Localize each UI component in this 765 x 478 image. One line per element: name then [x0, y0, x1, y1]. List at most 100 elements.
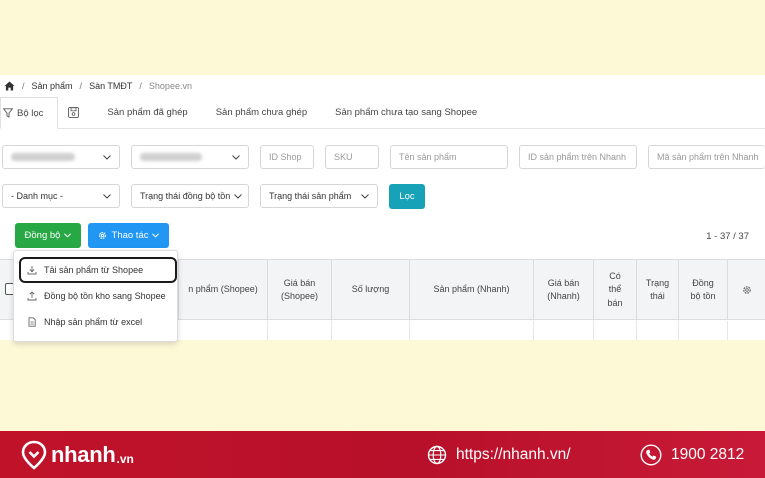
breadcrumb-item-products[interactable]: Sản phẩm	[32, 81, 73, 91]
column-header-quantity: Số lượng	[331, 260, 409, 320]
category-select-value: - Danh mục -	[11, 191, 64, 201]
column-header-text: bộ tồn	[690, 291, 716, 301]
upload-icon	[27, 291, 37, 301]
chevron-down-icon	[232, 154, 240, 160]
menu-item-import-excel[interactable]: Nhập sản phẩm từ excel	[14, 309, 179, 335]
tab-filter-label: Bộ lọc	[17, 107, 44, 119]
operations-button-label: Thao tác	[111, 230, 149, 241]
column-header-text: Giá bán	[547, 277, 580, 288]
column-header-nhanh-product: Sản phẩm (Nhanh)	[409, 260, 533, 320]
chevron-down-icon	[103, 154, 111, 160]
sync-status-select-value: Trạng thái đồng bộ tồn	[140, 191, 231, 201]
sync-status-select[interactable]: Trạng thái đồng bộ tồn	[131, 184, 249, 208]
blurred-shop-name	[140, 153, 202, 161]
menu-item-label: Tải sản phẩm từ Shopee	[44, 265, 144, 275]
breadcrumb-separator: /	[22, 81, 25, 91]
column-header-text: n phẩm (Shopee)	[188, 284, 258, 295]
website-link[interactable]: https://nhanh.vn/	[427, 431, 571, 478]
shop-id-input[interactable]: ID Shop	[260, 145, 314, 169]
file-icon	[28, 317, 36, 327]
column-divider	[331, 321, 332, 340]
account-select[interactable]	[2, 145, 120, 169]
filter-button-label: Lọc	[399, 191, 415, 202]
tab-unmatched-products-label: Sản phẩm chưa ghép	[215, 107, 308, 118]
brand-footer: nhanh .vn https://nhanh.vn/ 1900 2812	[0, 431, 765, 478]
breadcrumb-item-ecommerce[interactable]: Sàn TMĐT	[89, 81, 132, 91]
column-header-text: Đồng	[692, 277, 714, 288]
nhanh-product-id-placeholder: ID sản phẩm trên Nhanh	[528, 152, 627, 162]
column-header-text: bán	[607, 297, 623, 308]
blurred-account-name	[11, 153, 75, 161]
menu-item-download-from-shopee[interactable]: Tải sản phẩm từ Shopee	[14, 257, 179, 283]
filter-icon	[3, 108, 13, 118]
column-header-shopee-price: Giá bán (Shopee)	[267, 260, 331, 320]
menu-item-label: Nhập sản phẩm từ excel	[44, 317, 143, 327]
shop-select[interactable]	[131, 145, 249, 169]
globe-icon	[427, 445, 447, 464]
column-header-text: thể	[608, 284, 622, 295]
column-header-inventory-sync: Đồng bộ tồn	[678, 260, 727, 320]
column-divider	[409, 321, 410, 340]
column-header-text: Có	[609, 271, 621, 282]
product-name-placeholder: Tên sản phẩm	[399, 152, 457, 162]
chevron-down-icon	[64, 233, 72, 238]
product-name-input[interactable]: Tên sản phẩm	[390, 145, 508, 169]
column-divider	[727, 321, 728, 340]
brand-name: nhanh	[51, 442, 116, 467]
chevron-down-icon	[361, 193, 369, 199]
pagination-range: 1 - 37 / 37	[706, 231, 749, 242]
chevron-down-icon	[152, 233, 160, 238]
gear-icon	[742, 286, 751, 294]
product-status-select[interactable]: Trạng thái sản phẩm	[260, 184, 378, 208]
breadcrumb-separator: /	[79, 81, 83, 91]
location-pin-icon	[21, 440, 47, 470]
nhanh-product-code-input[interactable]: Mã sản phẩm trên Nhanh	[648, 145, 765, 169]
column-header-text: thái	[650, 291, 665, 301]
breadcrumb: / Sản phẩm / Sàn TMĐT / Shopee.vn	[0, 75, 765, 97]
tab-not-created-products[interactable]: Sản phẩm chưa tạo sang Shopee	[321, 97, 491, 128]
column-divider	[533, 321, 534, 340]
breadcrumb-current: Shopee.vn	[148, 81, 192, 91]
sku-input[interactable]: SKU	[325, 145, 379, 169]
breadcrumb-separator: /	[139, 81, 142, 91]
column-divider	[593, 321, 594, 340]
tab-bar: Bộ lọc Sản phẩm đã ghép Sản phẩm chưa gh…	[0, 97, 765, 129]
column-settings[interactable]	[727, 260, 765, 320]
column-header-status: Trạng thái	[636, 260, 678, 320]
tab-filter[interactable]: Bộ lọc	[0, 97, 59, 129]
website-url: https://nhanh.vn/	[456, 445, 571, 463]
operations-button[interactable]: Thao tác	[88, 223, 169, 248]
save-icon	[68, 107, 80, 118]
category-select[interactable]: - Danh mục -	[2, 184, 120, 208]
column-header-text: Trạng	[645, 277, 670, 288]
nhanh-product-code-placeholder: Mã sản phẩm trên Nhanh	[657, 152, 759, 162]
tab-matched-products-label: Sản phẩm đã ghép	[107, 107, 188, 118]
filter-button[interactable]: Lọc	[389, 184, 425, 209]
menu-item-sync-inventory[interactable]: Đồng bộ tồn kho sang Shopee	[14, 283, 179, 309]
home-icon[interactable]	[4, 81, 15, 91]
column-header-text: Giá bán	[283, 277, 316, 288]
nhanh-product-id-input[interactable]: ID sản phẩm trên Nhanh	[519, 145, 637, 169]
column-divider	[678, 321, 679, 340]
phone-icon	[640, 443, 662, 466]
tab-matched-products[interactable]: Sản phẩm đã ghép	[93, 97, 201, 128]
phone-link[interactable]: 1900 2812	[640, 431, 744, 478]
column-header-nhanh-price: Giá bán (Nhanh)	[533, 260, 593, 320]
column-header-text: Sản phẩm (Nhanh)	[433, 284, 510, 295]
column-divider	[636, 321, 637, 340]
chevron-down-icon	[103, 193, 111, 199]
download-icon	[27, 266, 37, 275]
phone-number: 1900 2812	[671, 445, 745, 463]
sync-button[interactable]: Đồng bộ	[15, 223, 81, 248]
operations-dropdown-menu: Tải sản phẩm từ Shopee Đồng bộ tồn kho s…	[13, 250, 178, 342]
column-header-available: Có thể bán	[593, 260, 636, 320]
column-header-text: Số lượng	[351, 284, 390, 295]
brand-suffix: .vn	[116, 452, 134, 466]
nhanh-logo: nhanh .vn	[21, 438, 134, 472]
column-header-shopee-product: n phẩm (Shopee)	[178, 260, 267, 320]
column-divider	[267, 321, 268, 340]
tab-not-created-products-label: Sản phẩm chưa tạo sang Shopee	[335, 107, 478, 118]
tab-unmatched-products[interactable]: Sản phẩm chưa ghép	[202, 97, 321, 128]
tab-saved-filter[interactable]	[58, 97, 93, 128]
column-header-text: (Shopee)	[280, 291, 319, 301]
